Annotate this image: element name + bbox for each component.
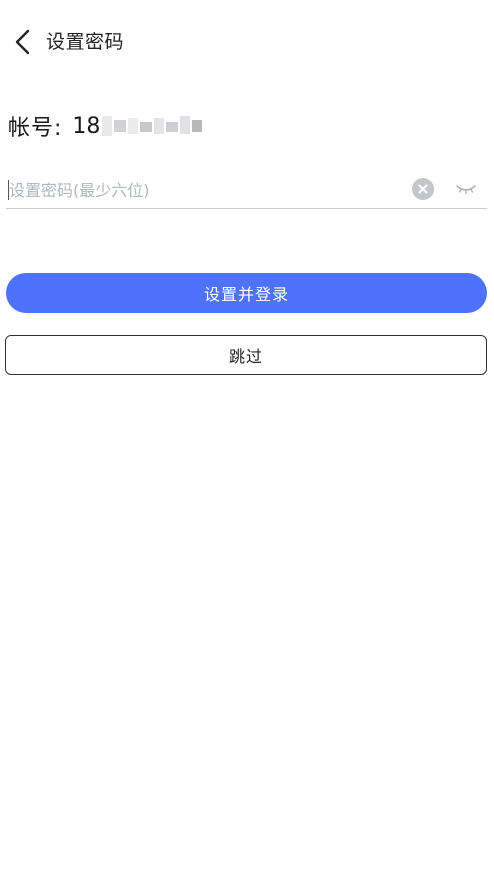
- account-row: 帐号: 18: [8, 108, 204, 144]
- password-field: [6, 170, 487, 209]
- eye-closed-icon: [456, 185, 476, 195]
- back-button[interactable]: [6, 24, 40, 60]
- top-bar: 设置密码: [0, 20, 494, 64]
- toggle-visibility-button[interactable]: [453, 179, 479, 199]
- page-title: 设置密码: [46, 31, 125, 53]
- skip-button[interactable]: 跳过: [5, 335, 487, 375]
- clear-button[interactable]: [412, 178, 434, 200]
- password-input[interactable]: [9, 176, 404, 204]
- set-password-screen: 设置密码 帐号: 18 设置并登录 跳过: [0, 0, 494, 893]
- account-label: 帐号:: [8, 116, 63, 141]
- account-number-prefix: 18: [72, 113, 101, 139]
- masked-account-number: [102, 112, 204, 140]
- set-and-login-button[interactable]: 设置并登录: [6, 273, 487, 313]
- chevron-left-icon: [15, 29, 30, 55]
- clear-circle-icon: [418, 184, 428, 194]
